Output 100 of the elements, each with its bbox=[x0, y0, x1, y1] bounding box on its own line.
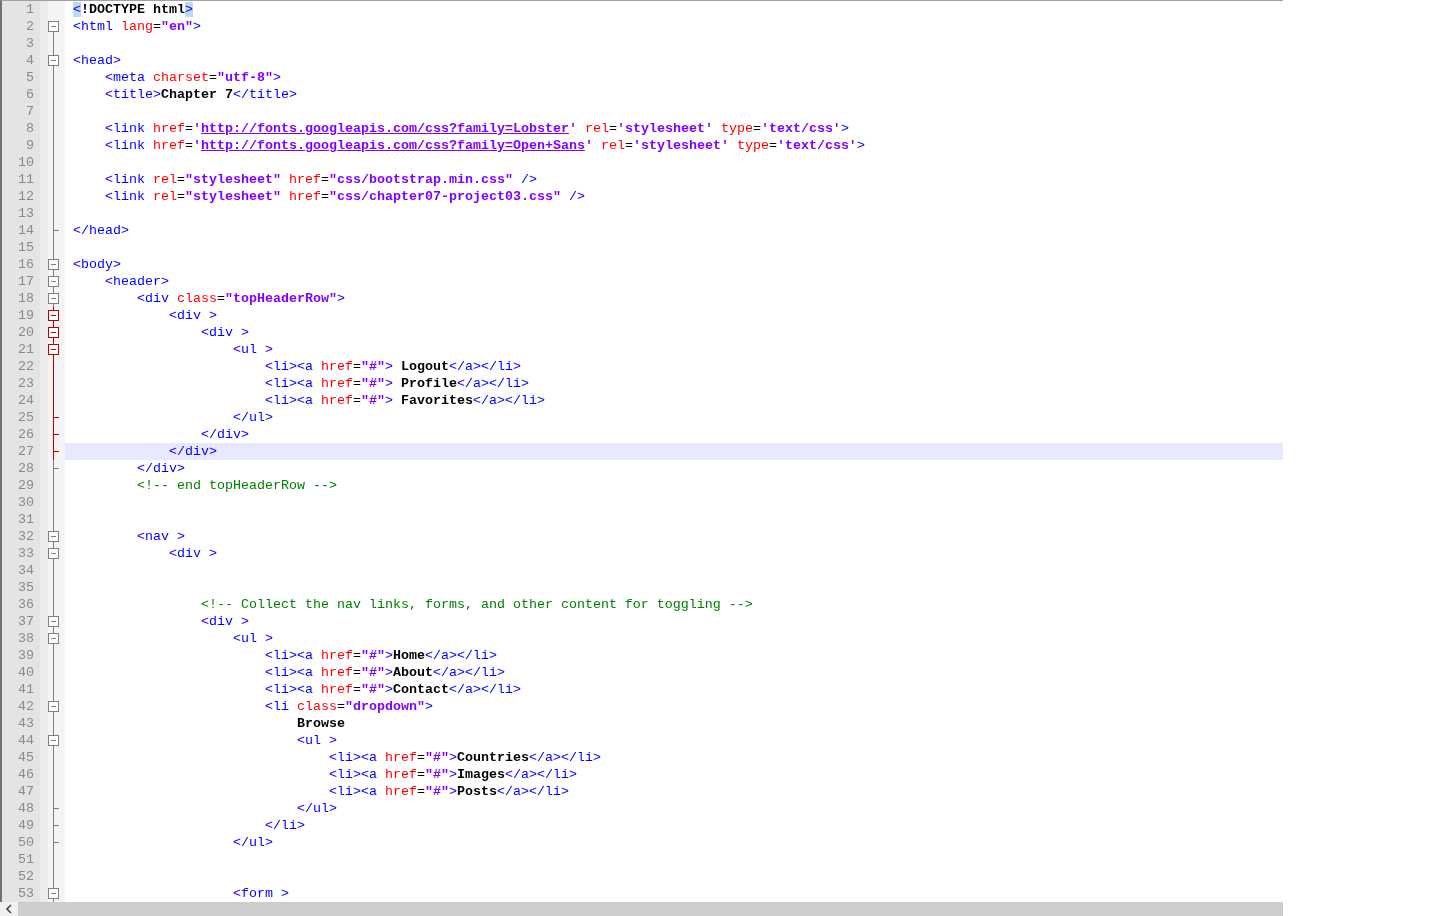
line-number: 24 bbox=[17, 392, 35, 409]
code-line: <li><a href="#"> Favorites</a></li> bbox=[263, 393, 545, 408]
line-number: 53 bbox=[17, 885, 35, 902]
code-line: <link href='http://fonts.googleapis.com/css?family=Open+Sans' rel='stylesheet' type='text/css'> bbox=[104, 138, 865, 153]
code-line: <li><a href="#">Home</a></li> bbox=[263, 648, 497, 663]
code-line: <html lang="en"> bbox=[73, 19, 201, 34]
code-line: <nav > bbox=[136, 529, 185, 544]
line-number: 33 bbox=[17, 545, 35, 562]
collapse-icon[interactable] bbox=[48, 613, 60, 630]
collapse-icon[interactable] bbox=[48, 732, 60, 749]
code-line: <header> bbox=[104, 274, 169, 289]
collapse-icon[interactable] bbox=[48, 52, 60, 69]
line-number: 36 bbox=[17, 596, 35, 613]
code-line: </ul> bbox=[295, 801, 337, 816]
line-number: 47 bbox=[17, 783, 35, 800]
line-number: 38 bbox=[17, 630, 35, 647]
code-line: <div > bbox=[167, 546, 217, 561]
line-number: 17 bbox=[17, 273, 35, 290]
collapse-icon[interactable] bbox=[48, 545, 60, 562]
code-line: <!-- end topHeaderRow --> bbox=[136, 478, 337, 493]
line-number: 40 bbox=[17, 664, 35, 681]
line-number: 29 bbox=[17, 477, 35, 494]
code-line: <meta charset="utf-8"> bbox=[104, 70, 281, 85]
code-line: </div> bbox=[199, 427, 249, 442]
line-number: 51 bbox=[17, 851, 35, 868]
code-line: <body> bbox=[73, 257, 121, 272]
code-line: <div class="topHeaderRow"> bbox=[136, 291, 345, 306]
line-number: 41 bbox=[17, 681, 35, 698]
code-line: <head> bbox=[73, 53, 121, 68]
code-line: <li><a href="#">Countries</a></li> bbox=[327, 750, 601, 765]
line-number: 44 bbox=[17, 732, 35, 749]
line-number: 1 bbox=[25, 1, 35, 18]
line-number: 12 bbox=[17, 188, 35, 205]
collapse-icon[interactable] bbox=[48, 307, 60, 324]
collapse-icon[interactable] bbox=[48, 273, 60, 290]
code-line: <li><a href="#">Contact</a></li> bbox=[263, 682, 521, 697]
code-line: </div> bbox=[136, 461, 185, 476]
collapse-icon[interactable] bbox=[48, 324, 60, 341]
line-number: 9 bbox=[25, 137, 35, 154]
line-number: 4 bbox=[25, 52, 35, 69]
code-line: <ul > bbox=[295, 733, 337, 748]
code-line: </ul> bbox=[231, 835, 273, 850]
collapse-icon[interactable] bbox=[48, 18, 60, 35]
line-number: 31 bbox=[17, 511, 35, 528]
line-number: 15 bbox=[17, 239, 35, 256]
line-number: 28 bbox=[17, 460, 35, 477]
code-line: <li><a href="#"> Logout</a></li> bbox=[263, 359, 521, 374]
line-number: 26 bbox=[17, 426, 35, 443]
line-number: 13 bbox=[17, 205, 35, 222]
line-number: 49 bbox=[17, 817, 35, 834]
collapse-icon[interactable] bbox=[48, 528, 60, 545]
code-line: <div > bbox=[199, 325, 249, 340]
line-number: 5 bbox=[25, 69, 35, 86]
code-line: </ul> bbox=[231, 410, 273, 425]
line-number: 46 bbox=[17, 766, 35, 783]
line-number: 8 bbox=[25, 120, 35, 137]
line-number: 23 bbox=[17, 375, 35, 392]
line-number: 25 bbox=[17, 409, 35, 426]
line-number: 22 bbox=[17, 358, 35, 375]
line-number: 52 bbox=[17, 868, 35, 885]
line-number: 14 bbox=[17, 222, 35, 239]
code-line: <link href='http://fonts.googleapis.com/css?family=Lobster' rel='stylesheet' type='text/css'> bbox=[104, 121, 849, 136]
code-line: <li><a href="#"> Profile</a></li> bbox=[263, 376, 529, 391]
line-number: 45 bbox=[17, 749, 35, 766]
code-line: <title>Chapter 7</title> bbox=[104, 87, 297, 102]
code-line: </div> bbox=[167, 444, 217, 459]
collapse-icon[interactable] bbox=[48, 341, 60, 358]
code-line: <link rel="stylesheet" href="css/chapter07-project03.css" /> bbox=[104, 189, 585, 204]
line-number: 18 bbox=[17, 290, 35, 307]
code-line: </li> bbox=[263, 818, 305, 833]
line-number: 3 bbox=[25, 35, 35, 52]
code-line: <li><a href="#">Posts</a></li> bbox=[327, 784, 569, 799]
code-line: <ul > bbox=[231, 631, 273, 646]
collapse-icon[interactable] bbox=[48, 885, 60, 902]
code-line: <div > bbox=[167, 308, 217, 323]
line-number: 2 bbox=[25, 18, 35, 35]
collapse-icon[interactable] bbox=[48, 290, 60, 307]
code-line: <link rel="stylesheet" href="css/bootstrap.min.css" /> bbox=[104, 172, 537, 187]
code-line: <!-- Collect the nav links, forms, and other content for toggling --> bbox=[199, 597, 753, 612]
line-number: 21 bbox=[17, 341, 35, 358]
code-line: <!DOCTYPE html> bbox=[73, 2, 193, 17]
code-line: <ul > bbox=[231, 342, 273, 357]
collapse-icon[interactable] bbox=[48, 256, 60, 273]
line-number: 32 bbox=[17, 528, 35, 545]
line-number: 16 bbox=[17, 256, 35, 273]
collapse-icon[interactable] bbox=[48, 630, 60, 647]
line-number: 34 bbox=[17, 562, 35, 579]
line-number: 42 bbox=[17, 698, 35, 715]
line-number: 10 bbox=[17, 154, 35, 171]
code-line: <li><a href="#">Images</a></li> bbox=[327, 767, 577, 782]
code-line: <li class="dropdown"> bbox=[263, 699, 433, 714]
line-number: 48 bbox=[17, 800, 35, 817]
chevron-left-icon bbox=[5, 904, 13, 914]
line-number: 11 bbox=[17, 171, 35, 188]
line-number: 43 bbox=[17, 715, 35, 732]
code-line: <div > bbox=[199, 614, 249, 629]
code-line: <form > bbox=[231, 886, 289, 901]
line-number: 20 bbox=[17, 324, 35, 341]
line-number: 19 bbox=[17, 307, 35, 324]
collapse-icon[interactable] bbox=[48, 698, 60, 715]
